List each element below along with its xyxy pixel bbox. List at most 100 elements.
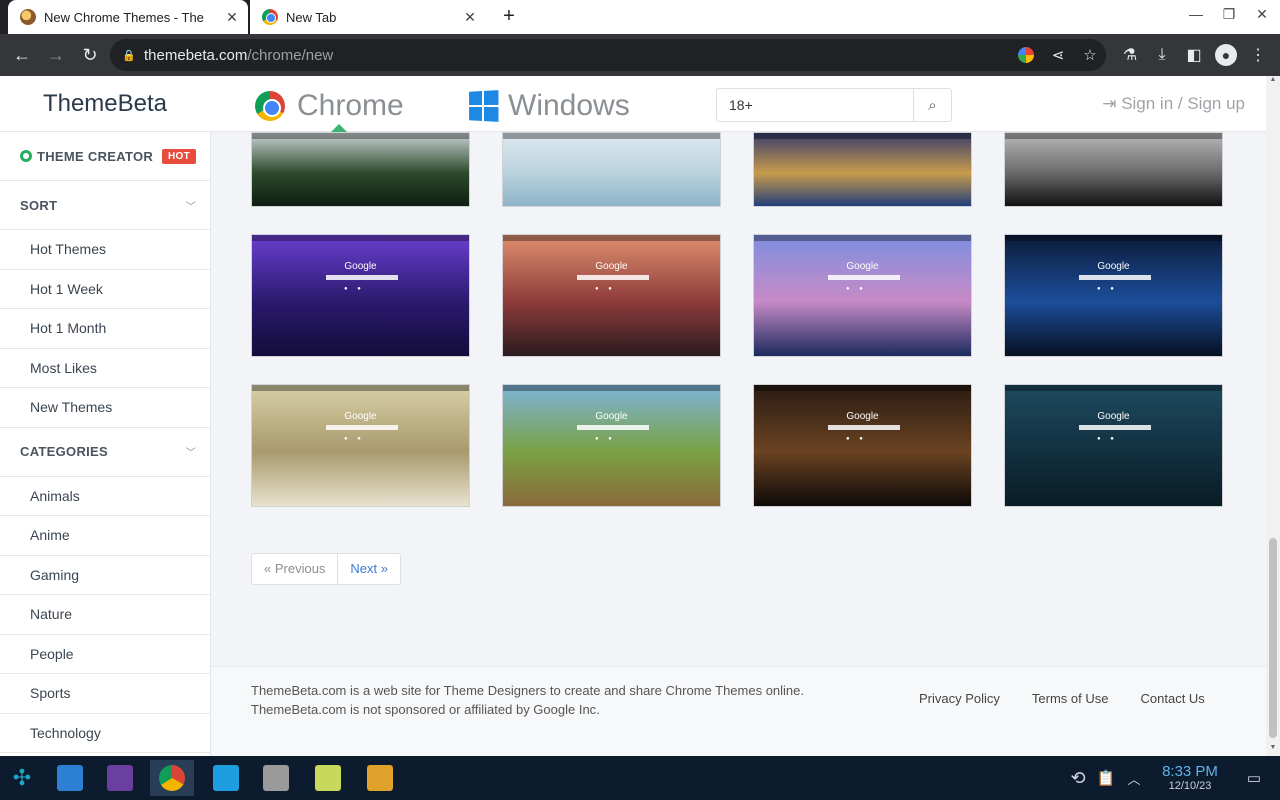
theme-thumbnail-rainy-night-boy[interactable]: Google ● ● bbox=[1004, 384, 1223, 507]
theme-thumbnail-night-blue-city[interactable]: Google ● ● bbox=[1004, 234, 1223, 357]
tray-expand-icon[interactable]: ︿ bbox=[1120, 769, 1148, 788]
sync-icon[interactable]: ⟲ bbox=[1064, 768, 1092, 789]
scroll-up-icon[interactable]: ▲ bbox=[1266, 76, 1280, 88]
theme-thumbnail-sunset-girl-city[interactable]: Google ● ● bbox=[502, 234, 721, 357]
url-host: themebeta.com bbox=[144, 46, 248, 64]
clock-date: 12/10/23 bbox=[1168, 780, 1212, 792]
minimize-icon[interactable]: — bbox=[1184, 6, 1208, 22]
close-tab-icon[interactable]: ✕ bbox=[460, 9, 480, 26]
scroll-down-icon[interactable]: ▼ bbox=[1266, 744, 1280, 756]
theme-thumbnail-lantern-alley[interactable]: Google ● ● bbox=[753, 384, 972, 507]
pagination: « Previous Next » bbox=[251, 553, 401, 585]
thumbnail-google-logo: Google bbox=[595, 411, 628, 422]
sidebar-item-gaming[interactable]: Gaming bbox=[0, 556, 210, 595]
contact-us-link[interactable]: Contact Us bbox=[1141, 691, 1205, 706]
thumbnail-toolbar bbox=[754, 235, 971, 241]
search-icon[interactable]: ⌕ bbox=[913, 89, 951, 121]
theme-thumbnail-anime-fireworks[interactable] bbox=[753, 132, 972, 207]
sidebar-item-sports[interactable]: Sports bbox=[0, 674, 210, 714]
taskbar-transfer-icon[interactable] bbox=[204, 760, 248, 796]
thumbnail-google-logo: Google bbox=[595, 261, 628, 272]
theme-thumbnail-pastel-sky-city[interactable]: Google ● ● bbox=[753, 234, 972, 357]
google-lens-icon[interactable] bbox=[1018, 47, 1034, 63]
chrome-logo-icon bbox=[255, 91, 285, 121]
signin-label: Sign in / Sign up bbox=[1121, 94, 1245, 113]
theme-thumbnail-monochrome-abstract[interactable] bbox=[1004, 132, 1223, 207]
nav-chrome-label: Chrome bbox=[297, 89, 404, 122]
theme-creator-link[interactable]: THEME CREATOR HOT bbox=[0, 132, 210, 181]
notification-icon[interactable]: ▭ bbox=[1242, 769, 1266, 787]
taskbar-store-icon[interactable] bbox=[48, 760, 92, 796]
terms-of-use-link[interactable]: Terms of Use bbox=[1032, 691, 1109, 706]
thumbnail-toolbar bbox=[503, 235, 720, 241]
scrollbar-thumb[interactable] bbox=[1269, 538, 1277, 738]
sidebar-item-people[interactable]: People bbox=[0, 635, 210, 674]
nav-chrome[interactable]: Chrome bbox=[255, 86, 404, 126]
back-icon[interactable]: ← bbox=[6, 39, 38, 71]
sidebar-item-anime[interactable]: Anime bbox=[0, 516, 210, 556]
taskbar-wine-icon[interactable] bbox=[306, 760, 350, 796]
thumbnail-toolbar bbox=[503, 133, 720, 139]
share-icon[interactable]: ⋖ bbox=[1042, 46, 1074, 64]
nav-windows[interactable]: Windows bbox=[468, 86, 630, 126]
active-nav-caret bbox=[331, 124, 347, 132]
signin-link[interactable]: ⇥ Sign in / Sign up bbox=[1102, 94, 1245, 114]
maximize-icon[interactable]: ❐ bbox=[1217, 6, 1241, 23]
reload-icon[interactable]: ↻ bbox=[74, 39, 106, 71]
sidebar-item-nature[interactable]: Nature bbox=[0, 595, 210, 635]
sidebar-item-new-themes[interactable]: New Themes bbox=[0, 388, 210, 428]
creator-icon bbox=[20, 150, 32, 162]
download-icon[interactable]: ⤓ bbox=[1146, 46, 1178, 64]
menu-kebab-icon[interactable]: ⋮ bbox=[1242, 45, 1274, 65]
thumbnail-searchbar bbox=[828, 425, 900, 430]
bookmark-star-icon[interactable]: ☆ bbox=[1074, 46, 1106, 64]
side-panel-icon[interactable]: ◧ bbox=[1178, 45, 1210, 65]
thumbnail-searchbar bbox=[577, 275, 649, 280]
new-tab-button[interactable]: + bbox=[498, 6, 520, 28]
search-input[interactable] bbox=[717, 89, 913, 121]
sort-header[interactable]: SORT ﹀ bbox=[0, 181, 210, 230]
categories-header[interactable]: CATEGORIES ﹀ bbox=[0, 428, 210, 477]
thumbnail-google-logo: Google bbox=[344, 411, 377, 422]
thumbnail-shortcuts: ● ● bbox=[1097, 286, 1118, 292]
sidebar-item-most-likes[interactable]: Most Likes bbox=[0, 349, 210, 388]
taskbar-windows-icon[interactable] bbox=[358, 760, 402, 796]
tab-title: New Chrome Themes - The bbox=[44, 9, 204, 25]
thumbnail-searchbar bbox=[1079, 275, 1151, 280]
clipboard-icon[interactable]: 📋 bbox=[1092, 769, 1120, 787]
footer-disclaimer: ThemeBeta.com is not sponsored or affili… bbox=[251, 702, 600, 717]
close-window-icon[interactable]: ✕ bbox=[1250, 6, 1274, 23]
sidebar-item-hot-1-month[interactable]: Hot 1 Month bbox=[0, 309, 210, 349]
thumbnail-searchbar bbox=[577, 425, 649, 430]
page-scrollbar[interactable]: ▲ ▼ bbox=[1266, 76, 1280, 756]
taskbar-file-manager-icon[interactable] bbox=[98, 760, 142, 796]
next-page-button[interactable]: Next » bbox=[338, 554, 400, 584]
taskbar-chrome-icon[interactable] bbox=[150, 760, 194, 796]
hot-badge: HOT bbox=[161, 148, 196, 164]
sidebar-item-animals[interactable]: Animals bbox=[0, 477, 210, 516]
tab-themebeta[interactable]: New Chrome Themes - The ✕ bbox=[8, 0, 248, 34]
site-footer: ThemeBeta.com is a web site for Theme De… bbox=[211, 666, 1266, 756]
theme-thumbnail-green-valley[interactable]: Google ● ● bbox=[502, 384, 721, 507]
site-logo[interactable]: ThemeBeta bbox=[0, 76, 210, 132]
close-tab-icon[interactable]: ✕ bbox=[222, 9, 242, 26]
profile-avatar-icon[interactable]: ● bbox=[1210, 44, 1242, 66]
address-bar[interactable]: 🔒 themebeta.com /chrome/new ⋖ ☆ bbox=[110, 39, 1106, 71]
sidebar-item-technology[interactable]: Technology bbox=[0, 714, 210, 753]
theme-thumbnail-forest-watchtower[interactable] bbox=[251, 132, 470, 207]
thumbnail-toolbar bbox=[1005, 133, 1222, 139]
privacy-policy-link[interactable]: Privacy Policy bbox=[919, 691, 1000, 706]
theme-thumbnail-anime-floral[interactable] bbox=[502, 132, 721, 207]
tab-new-tab[interactable]: New Tab ✕ bbox=[250, 0, 486, 34]
thumbnail-toolbar bbox=[252, 385, 469, 391]
taskbar-clock[interactable]: 8:33 PM 12/10/23 bbox=[1152, 763, 1228, 792]
taskbar-archive-icon[interactable] bbox=[254, 760, 298, 796]
previous-page-button[interactable]: « Previous bbox=[252, 554, 339, 584]
taskbar-app-launcher-icon[interactable]: ✣ bbox=[0, 760, 44, 796]
extensions-icon[interactable]: ⚗ bbox=[1114, 45, 1146, 65]
theme-thumbnail-winter-street[interactable]: Google ● ● bbox=[251, 384, 470, 507]
forward-icon[interactable]: → bbox=[40, 39, 72, 71]
theme-thumbnail-purple-city[interactable]: Google ● ● bbox=[251, 234, 470, 357]
sidebar-item-hot-themes[interactable]: Hot Themes bbox=[0, 230, 210, 270]
sidebar-item-hot-1-week[interactable]: Hot 1 Week bbox=[0, 270, 210, 309]
